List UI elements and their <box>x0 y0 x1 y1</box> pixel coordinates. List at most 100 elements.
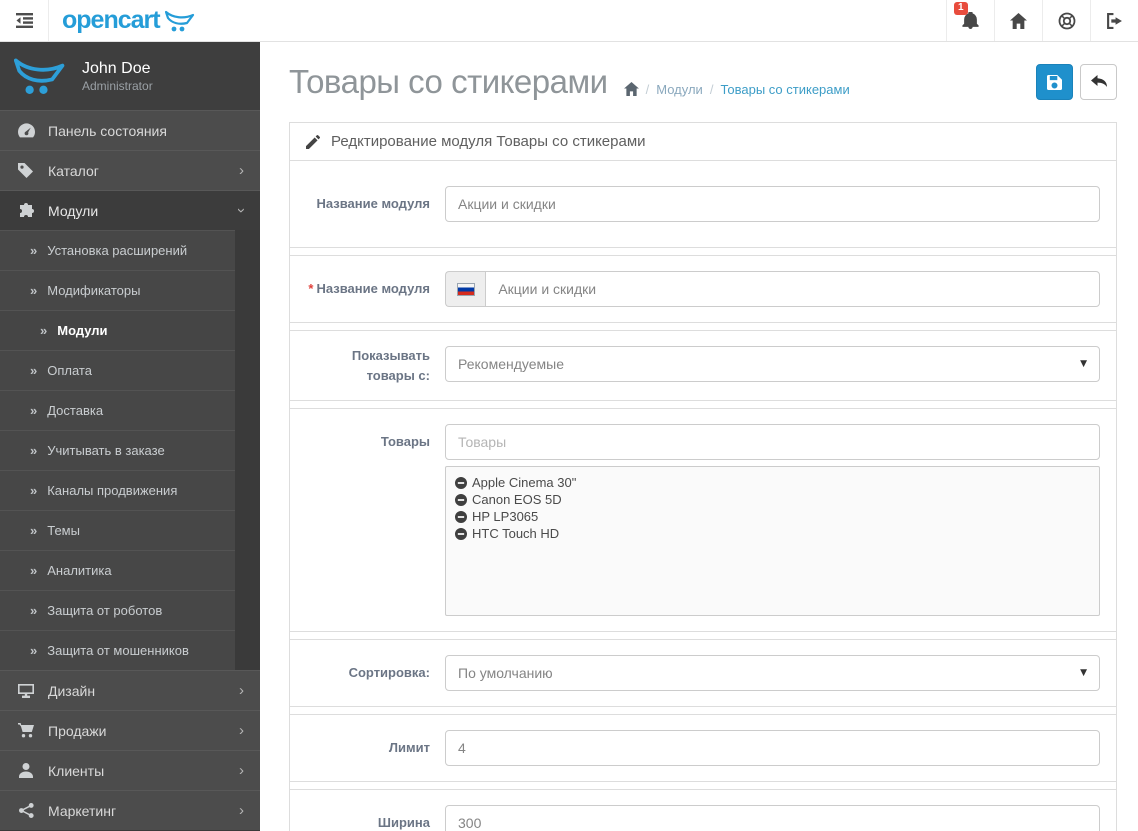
field-label: Лимит <box>388 740 430 756</box>
double-angle-icon <box>30 523 37 538</box>
product-item[interactable]: Apple Cinema 30" <box>455 474 1090 491</box>
products-autocomplete-input[interactable] <box>445 424 1100 460</box>
logo-text: opencart <box>62 6 161 34</box>
outdent-icon <box>15 13 33 28</box>
caret-down-icon <box>1080 668 1087 678</box>
selected-products-list[interactable]: Apple Cinema 30" Canon EOS 5D HP LP3065 … <box>445 466 1100 616</box>
dashboard-icon <box>16 123 36 138</box>
double-angle-icon <box>30 563 37 578</box>
product-item[interactable]: Canon EOS 5D <box>455 491 1090 508</box>
double-angle-icon <box>30 603 37 618</box>
field-label: * Название модуля <box>308 281 430 297</box>
submenu-item-feeds[interactable]: Каналы продвижения <box>0 470 235 510</box>
sidebar-item-modules[interactable]: Модули <box>0 190 260 230</box>
submenu-item-payments[interactable]: Оплата <box>0 350 235 390</box>
minus-circle-icon <box>455 527 467 540</box>
submenu-item-antifraud[interactable]: Защита от мошенников <box>0 630 235 670</box>
main-content: Товары со стикерами / Модули / Товары со… <box>260 42 1138 831</box>
page-title: Товары со стикерами <box>289 63 608 100</box>
submenu-item-analytics[interactable]: Аналитика <box>0 550 235 590</box>
home-icon <box>1010 12 1027 29</box>
width-input[interactable] <box>445 805 1100 831</box>
support-button[interactable] <box>1042 0 1090 41</box>
notifications-button[interactable]: 1 <box>946 0 994 41</box>
product-name: Apple Cinema 30" <box>472 475 577 490</box>
sign-out-icon <box>1106 12 1123 29</box>
sorting-select[interactable]: По умолчанию <box>445 655 1100 691</box>
submenu-item-modules[interactable]: Модули <box>0 310 235 350</box>
breadcrumb-modules[interactable]: Модули <box>656 82 703 97</box>
topbar-actions: 1 <box>946 0 1138 41</box>
submenu-label: Учитывать в заказе <box>47 443 165 458</box>
sidebar-item-label: Продажи <box>48 722 107 739</box>
chevron-right-icon <box>239 723 244 738</box>
form-row-show-products: Показывать товары с: Рекомендуемые <box>290 330 1116 401</box>
field-label: Показывать товары с: <box>351 348 430 383</box>
field-label: Название модуля <box>316 196 430 212</box>
form-row-module-name: Название модуля <box>290 161 1116 248</box>
select-value: По умолчанию <box>458 665 553 681</box>
opencart-logo[interactable]: opencart <box>62 0 195 41</box>
submenu-label: Модули <box>57 323 108 338</box>
sidebar-collapse-button[interactable] <box>0 0 49 41</box>
select-value: Рекомендуемые <box>458 356 564 372</box>
submenu-item-extension-installer[interactable]: Установка расширений <box>0 230 235 270</box>
sidebar-item-label: Панель состояния <box>48 122 167 139</box>
form-row-sorting: Сортировка: По умолчанию <box>290 639 1116 707</box>
back-button[interactable] <box>1080 64 1117 100</box>
submenu-item-captcha[interactable]: Защита от роботов <box>0 590 235 630</box>
breadcrumb-current[interactable]: Товары со стикерами <box>720 82 849 97</box>
russian-flag-icon <box>456 282 475 296</box>
sidebar-item-label: Каталог <box>48 162 99 179</box>
sidebar-item-dashboard[interactable]: Панель состояния <box>0 110 260 150</box>
page-header: Товары со стикерами / Модули / Товары со… <box>260 42 1138 122</box>
submenu-item-themes[interactable]: Темы <box>0 510 235 550</box>
product-name: Canon EOS 5D <box>472 492 562 507</box>
product-item[interactable]: HP LP3065 <box>455 508 1090 525</box>
product-name: HP LP3065 <box>472 509 539 524</box>
sidebar-item-design[interactable]: Дизайн <box>0 670 260 710</box>
profile-name: John Doe <box>82 60 151 78</box>
submenu-label: Модификаторы <box>47 283 141 298</box>
submenu-item-shipping[interactable]: Доставка <box>0 390 235 430</box>
sidebar-item-sales[interactable]: Продажи <box>0 710 260 750</box>
reply-arrow-icon <box>1090 75 1107 89</box>
double-angle-icon <box>30 243 37 258</box>
product-item[interactable]: HTC Touch HD <box>455 525 1090 542</box>
show-products-select[interactable]: Рекомендуемые <box>445 346 1100 382</box>
user-profile[interactable]: John Doe Administrator <box>0 42 260 110</box>
sidebar-item-label: Маркетинг <box>48 802 117 819</box>
field-label: Сортировка: <box>348 665 430 681</box>
form-row-products: Товары Apple Cinema 30" <box>290 408 1116 632</box>
logout-button[interactable] <box>1090 0 1138 41</box>
profile-text: John Doe Administrator <box>82 59 153 92</box>
sidebar-item-catalog[interactable]: Каталог <box>0 150 260 190</box>
chevron-right-icon <box>239 763 244 778</box>
module-name-lang-input[interactable] <box>485 271 1100 307</box>
display-icon <box>16 683 36 698</box>
double-angle-icon <box>30 403 37 418</box>
sidebar-item-label: Дизайн <box>48 682 96 699</box>
limit-input[interactable] <box>445 730 1100 766</box>
save-button[interactable] <box>1036 64 1073 100</box>
caret-down-icon <box>1080 359 1087 369</box>
submenu-label: Защита от роботов <box>47 603 163 618</box>
double-angle-icon <box>40 323 47 338</box>
sidebar-item-customers[interactable]: Клиенты <box>0 750 260 790</box>
breadcrumb-home-icon[interactable] <box>623 82 639 96</box>
header-buttons <box>1036 64 1117 100</box>
submenu-label: Аналитика <box>47 563 112 578</box>
sidebar-item-marketing[interactable]: Маркетинг <box>0 790 260 830</box>
sidebar-item-label: Модули <box>48 202 99 219</box>
save-floppy-icon <box>1047 74 1062 90</box>
submenu-item-order-totals[interactable]: Учитывать в заказе <box>0 430 235 470</box>
breadcrumb: / Модули / Товары со стикерами <box>623 81 850 97</box>
breadcrumb-separator: / <box>645 81 650 97</box>
sidebar-item-label: Клиенты <box>48 762 105 779</box>
field-label: Товары <box>380 434 430 450</box>
module-name-input[interactable] <box>445 186 1100 222</box>
storefront-button[interactable] <box>994 0 1042 41</box>
chevron-right-icon <box>239 683 244 698</box>
module-edit-panel: Редктирование модуля Товары со стикерами… <box>289 122 1117 831</box>
submenu-item-modifications[interactable]: Модификаторы <box>0 270 235 310</box>
